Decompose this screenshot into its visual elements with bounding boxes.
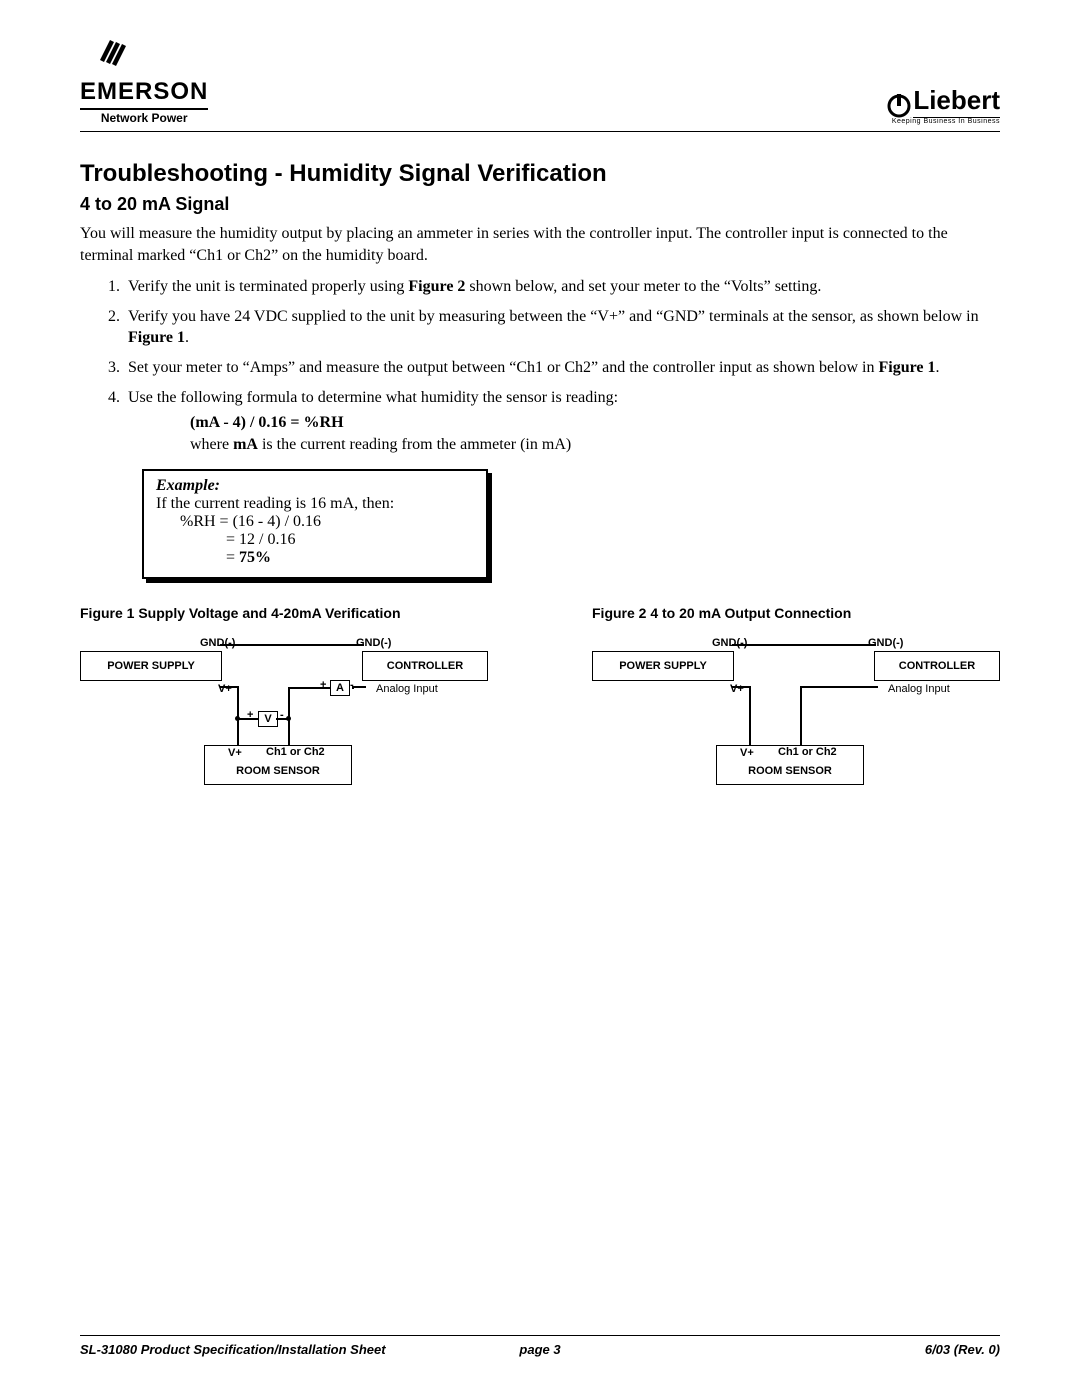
power-supply-box: POWER SUPPLY: [80, 651, 222, 681]
emerson-subtext: Network Power: [101, 111, 188, 125]
emerson-icon: [90, 34, 134, 74]
figure-2-diagram: POWER SUPPLY CONTROLLER ROOM SENSOR GND(…: [592, 631, 1000, 791]
example-box: Example: If the current reading is 16 mA…: [142, 469, 488, 579]
footer-page-number: page 3: [519, 1342, 560, 1357]
footer-revision: 6/03 (Rev. 0): [925, 1342, 1000, 1357]
example-calc-1: %RH = (16 - 4) / 0.16: [180, 513, 474, 531]
vplus-label: V+: [740, 747, 754, 759]
page-title: Troubleshooting - Humidity Signal Verifi…: [80, 160, 1000, 188]
analog-input-label: Analog Input: [888, 683, 950, 695]
steps-list: Verify the unit is terminated properly u…: [80, 276, 1000, 455]
page-footer: SL-31080 Product Specification/Installat…: [80, 1335, 1000, 1357]
figure-1: Figure 1 Supply Voltage and 4-20mA Verif…: [80, 605, 488, 791]
plus-label: +: [320, 679, 326, 691]
liebert-icon: [885, 92, 913, 118]
ch-label: Ch1 or Ch2: [266, 747, 325, 758]
gnd-label: GND(-): [356, 637, 391, 649]
intro-paragraph: You will measure the humidity output by …: [80, 223, 1000, 266]
example-calc-2: = 12 / 0.16: [226, 531, 474, 549]
step-1: Verify the unit is terminated properly u…: [124, 276, 1000, 298]
gnd-label: GND(-): [868, 637, 903, 649]
liebert-tagline: Keeping Business In Business: [885, 118, 1000, 125]
junction-dot: [235, 716, 240, 721]
minus-label: -: [350, 679, 354, 691]
figure-2-caption: Figure 2 4 to 20 mA Output Connection: [592, 605, 1000, 621]
section-heading: 4 to 20 mA Signal: [80, 194, 1000, 215]
example-calc-3: = 75%: [226, 549, 474, 567]
power-supply-box: POWER SUPPLY: [592, 651, 734, 681]
voltmeter-icon: V: [258, 711, 278, 727]
step-3: Set your meter to “Amps” and measure the…: [124, 357, 1000, 379]
figure-2: Figure 2 4 to 20 mA Output Connection PO…: [592, 605, 1000, 791]
analog-input-label: Analog Input: [376, 683, 438, 695]
formula-note: where mA is the current reading from the…: [190, 434, 1000, 456]
step-2: Verify you have 24 VDC supplied to the u…: [124, 306, 1000, 349]
vplus-label: V+: [218, 683, 232, 695]
controller-box: CONTROLLER: [362, 651, 488, 681]
gnd-label: GND(-): [200, 637, 235, 649]
junction-dot: [286, 716, 291, 721]
liebert-wordmark: Liebert: [913, 85, 1000, 118]
formula: (mA - 4) / 0.16 = %RH: [190, 412, 1000, 434]
vplus-label: V+: [730, 683, 744, 695]
gnd-label: GND(-): [712, 637, 747, 649]
emerson-logo: EMERSON Network Power: [80, 34, 208, 125]
footer-doc-id: SL-31080 Product Specification/Installat…: [80, 1342, 386, 1357]
figure-1-caption: Figure 1 Supply Voltage and 4-20mA Verif…: [80, 605, 488, 621]
figures-row: Figure 1 Supply Voltage and 4-20mA Verif…: [80, 605, 1000, 791]
figure-1-diagram: POWER SUPPLY CONTROLLER ROOM SENSOR GND(…: [80, 631, 488, 791]
vplus-label: V+: [228, 747, 242, 759]
liebert-logo: Liebert Keeping Business In Business: [885, 85, 1000, 125]
ammeter-icon: A: [330, 680, 350, 696]
example-line: If the current reading is 16 mA, then:: [156, 495, 474, 513]
emerson-wordmark: EMERSON: [80, 78, 208, 110]
ch-label: Ch1 or Ch2: [778, 747, 837, 758]
page-header: EMERSON Network Power Liebert Keeping Bu…: [80, 34, 1000, 132]
example-title: Example:: [156, 477, 474, 495]
step-4: Use the following formula to determine w…: [124, 387, 1000, 456]
controller-box: CONTROLLER: [874, 651, 1000, 681]
